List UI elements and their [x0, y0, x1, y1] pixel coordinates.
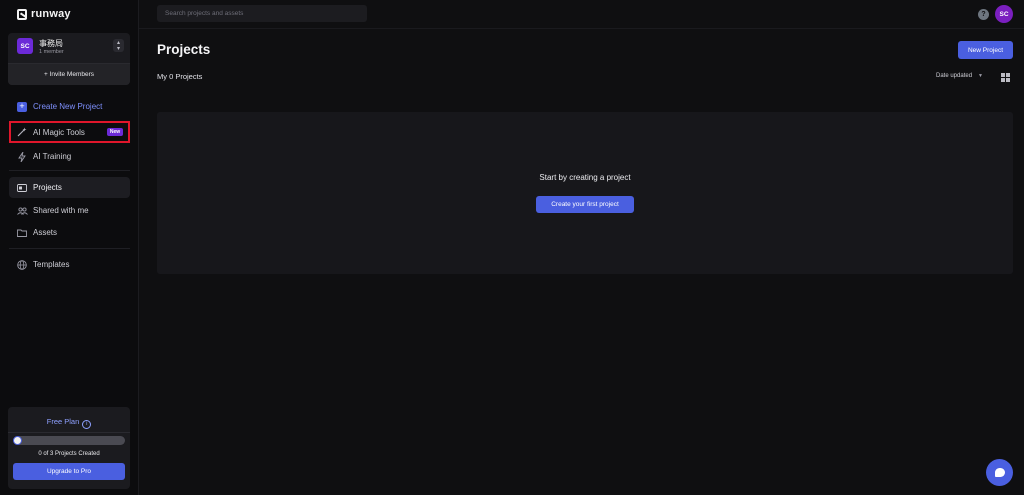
- team-member-count: 1 member: [39, 49, 64, 55]
- sidebar-item-label: AI Magic Tools: [33, 127, 85, 137]
- sort-label: Date updated: [936, 73, 973, 79]
- topbar-divider: [139, 28, 1024, 29]
- sort-dropdown[interactable]: Date updated ▼: [936, 73, 983, 79]
- upgrade-to-pro-button[interactable]: Upgrade to Pro: [13, 463, 125, 480]
- sidebar-item-projects[interactable]: Projects: [9, 177, 130, 198]
- sidebar-item-label: AI Training: [33, 152, 72, 161]
- plus-square-icon: +: [17, 101, 27, 112]
- projects-created-count: 0 of 3 Projects Created: [38, 451, 100, 457]
- create-first-project-button[interactable]: Create your first project: [536, 196, 634, 213]
- chevron-down-icon: ▼: [978, 73, 983, 79]
- app-logo[interactable]: runway: [17, 8, 71, 20]
- plan-title: Free Plan i: [8, 417, 130, 429]
- sidebar: runway SC 事務局 1 member ▴ ▾ + Invite Membe…: [0, 0, 139, 495]
- plan-divider: [8, 432, 130, 433]
- new-badge: New: [106, 128, 124, 136]
- empty-state-message: Start by creating a project: [539, 173, 631, 182]
- progress-knob: [13, 436, 22, 445]
- sidebar-item-create-new-project[interactable]: + Create New Project: [9, 96, 130, 117]
- plan-title-text: Free Plan: [46, 417, 80, 426]
- team-name: 事務局: [39, 39, 63, 48]
- app-name: runway: [31, 8, 71, 20]
- team-switcher[interactable]: SC 事務局 1 member ▴ ▾ + Invite Members: [8, 33, 130, 85]
- sidebar-item-ai-training[interactable]: AI Training: [9, 146, 130, 167]
- new-project-button[interactable]: New Project: [958, 41, 1013, 59]
- magic-wand-icon: [16, 126, 28, 138]
- lightning-icon: [16, 151, 28, 163]
- projects-progress-bar: [13, 436, 125, 445]
- sidebar-item-ai-magic-tools[interactable]: AI Magic Tools New: [9, 121, 130, 143]
- sidebar-item-label: Assets: [33, 228, 58, 237]
- search-input[interactable]: [157, 5, 367, 22]
- empty-projects-panel: Start by creating a project Create your …: [157, 112, 1013, 274]
- chat-icon[interactable]: [986, 459, 1013, 486]
- team-avatar: SC: [17, 38, 33, 54]
- sidebar-item-templates[interactable]: Templates: [9, 254, 130, 275]
- projects-count-heading: My 0 Projects: [157, 72, 203, 81]
- sidebar-item-shared-with-me[interactable]: Shared with me: [9, 200, 130, 221]
- sidebar-item-label: Projects: [33, 183, 62, 192]
- grid-view-icon[interactable]: [1001, 73, 1010, 82]
- runway-logo-icon: [17, 8, 27, 20]
- user-avatar[interactable]: SC: [995, 5, 1013, 23]
- sidebar-item-assets[interactable]: Assets: [9, 222, 130, 243]
- sidebar-item-label: Create New Project: [33, 102, 103, 111]
- page-title: Projects: [157, 42, 211, 57]
- invite-members-button[interactable]: + Invite Members: [8, 63, 130, 85]
- projects-folder-icon: [16, 182, 28, 194]
- sidebar-divider: [9, 248, 130, 249]
- sidebar-divider: [9, 170, 130, 171]
- plan-card: Free Plan i 0 of 3 Projects Created Upgra…: [8, 407, 130, 489]
- shared-people-icon: [16, 205, 28, 217]
- chevron-up-down-icon[interactable]: ▴ ▾: [113, 39, 124, 52]
- sidebar-item-label: Templates: [33, 260, 70, 269]
- info-icon[interactable]: i: [82, 420, 92, 429]
- sidebar-item-label: Shared with me: [33, 206, 89, 215]
- folder-icon: [16, 227, 28, 239]
- globe-icon: [16, 259, 28, 271]
- help-icon[interactable]: ?: [978, 9, 989, 20]
